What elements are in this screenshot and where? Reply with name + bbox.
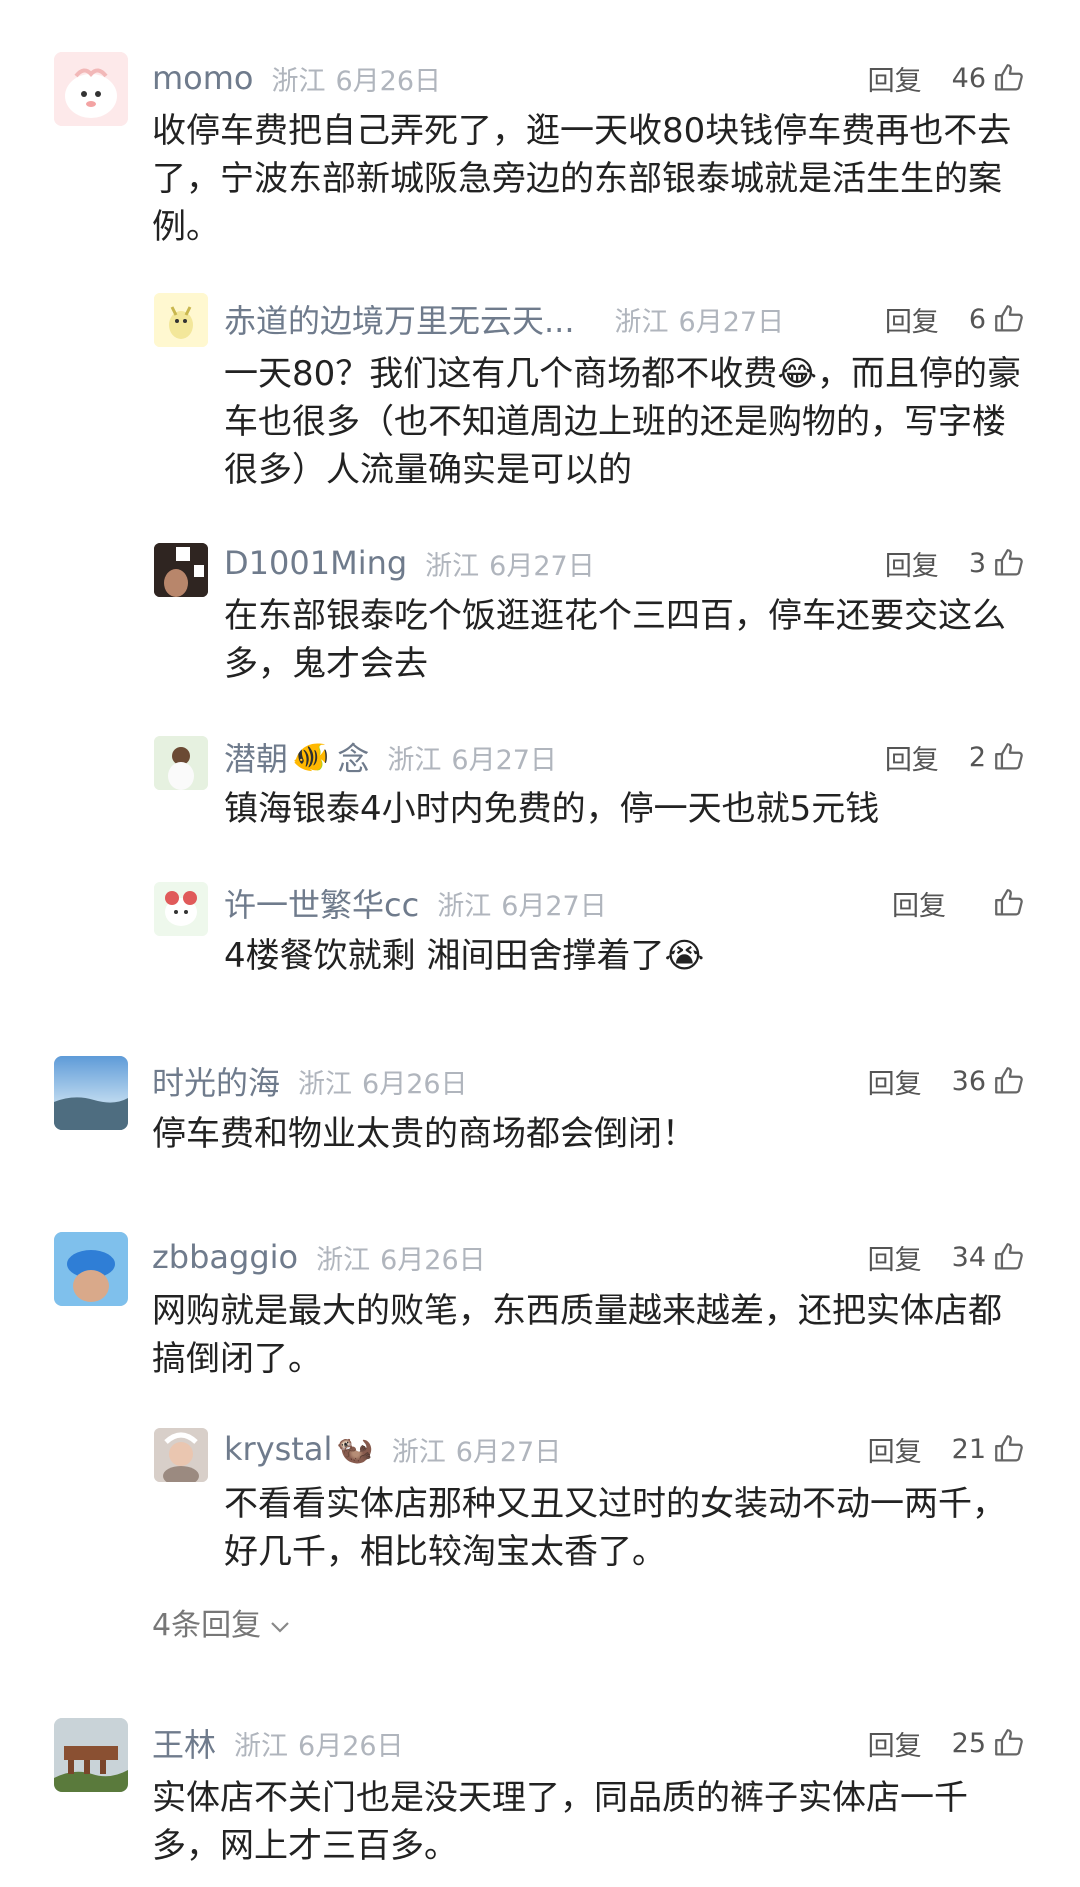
comment-location: 浙江 [316,1244,371,1276]
comment-text: 在东部银泰吃个饭逛逛花个三四百，停车还要交这么多，鬼才会去 [224,596,1006,684]
avatar[interactable] [54,1056,128,1130]
comment-location: 浙江 [391,1436,446,1468]
comment-text: 停车费和物业太贵的商场都会倒闭！ [152,1114,696,1154]
comment-location: 浙江 [437,890,492,922]
comment-text: 实体店不关门也是没天理了，同品质的裤子实体店一千多，网上才三百多。 [152,1778,968,1866]
reply-button[interactable]: 回复 [868,1430,922,1469]
comment-date: 6月26日 [380,1244,486,1276]
thumbs-up-icon[interactable] [992,546,1026,580]
commenter-name[interactable]: 王林 [152,1720,216,1766]
avatar[interactable] [154,543,208,597]
fish-emoji: 🐠 [292,739,330,775]
reply-button[interactable]: 回复 [885,738,939,777]
commenter-name[interactable]: 时光的海 [152,1058,280,1104]
thumbs-up-icon[interactable] [992,740,1026,774]
comment-location: 浙江 [271,65,326,97]
reply-button[interactable]: 回复 [885,300,939,339]
comment-location: 浙江 [614,306,669,338]
reply-button[interactable]: 回复 [868,59,922,98]
comment-date: 6月26日 [298,1730,404,1762]
commenter-name[interactable]: momo [152,59,254,97]
avatar[interactable] [54,1232,128,1306]
like-count: 2 [968,741,986,773]
reply-button[interactable]: 回复 [868,1062,922,1101]
commenter-name[interactable]: 赤道的边境万里无云天... [224,296,575,342]
thumbs-up-icon[interactable] [992,886,1026,920]
comment-feed: momo 浙江 6月26日 回复 46 收停车费把自己弄死了，逛一天收80块钱停… [0,0,1080,1887]
comment-text: 一天80？我们这有几个商场都不收费😂，而且停的豪车也很多（也不知道周边上班的还是… [224,354,1021,490]
comment-date: 6月27日 [501,890,607,922]
comment-location: 浙江 [298,1068,353,1100]
avatar[interactable] [154,293,208,347]
otter-emoji: 🦦 [336,1431,374,1467]
comment-location: 浙江 [387,744,442,776]
like-count: 21 [951,1433,986,1465]
comment-date: 6月27日 [489,550,595,582]
like-count: 46 [951,62,986,94]
avatar[interactable] [154,882,208,936]
thumbs-up-icon[interactable] [992,61,1026,95]
comment-location: 浙江 [234,1730,289,1762]
more-replies-button[interactable]: 4条回复 [152,1600,291,1644]
comment-text: 镇海银泰4小时内免费的，停一天也就5元钱 [224,789,880,829]
comment-date: 6月27日 [455,1436,562,1468]
avatar[interactable] [154,736,208,790]
comment-text: 4楼餐饮就剩 湘间田舍撑着了😭 [224,936,705,976]
commenter-name[interactable]: D1001Ming [224,544,407,582]
like-count: 3 [968,547,986,579]
like-count: 34 [951,1241,986,1273]
comment-date: 6月27日 [678,306,785,338]
commenter-name[interactable]: 潜朝 [224,734,288,780]
avatar[interactable] [154,1428,208,1482]
comment-text: 收停车费把自己弄死了，逛一天收80块钱停车费再也不去了，宁波东部新城阪急旁边的东… [152,111,1012,247]
comment-text: 不看看实体店那种又丑又过时的女装动不动一两千，好几千，相比较淘宝太香了。 [224,1484,1006,1572]
like-count: 6 [968,303,986,335]
comment-date: 6月27日 [451,744,557,776]
avatar[interactable] [54,1718,128,1792]
reply-button[interactable]: 回复 [892,884,946,923]
avatar[interactable] [54,52,128,126]
thumbs-up-icon[interactable] [992,302,1026,336]
commenter-name-suffix[interactable]: 念 [337,734,369,780]
comment-location: 浙江 [425,550,480,582]
comment-text: 网购就是最大的败笔，东西质量越来越差，还把实体店都搞倒闭了。 [152,1291,1002,1379]
reply-button[interactable]: 回复 [885,544,939,583]
more-replies-label: 4条回复 [152,1608,262,1643]
thumbs-up-icon[interactable] [992,1240,1026,1274]
thumbs-up-icon[interactable] [992,1432,1026,1466]
like-count: 25 [951,1727,986,1759]
commenter-name[interactable]: zbbaggio [152,1238,298,1276]
commenter-name[interactable]: 许一世繁华cc [224,880,419,926]
reply-button[interactable]: 回复 [868,1724,922,1763]
reply-button[interactable]: 回复 [868,1238,922,1277]
chevron-down-icon [271,1621,289,1633]
comment-date: 6月26日 [362,1068,468,1100]
comment-date: 6月26日 [335,65,442,97]
thumbs-up-icon[interactable] [992,1726,1026,1760]
commenter-name[interactable]: krystal [224,1430,332,1468]
like-count: 36 [951,1065,986,1097]
thumbs-up-icon[interactable] [992,1064,1026,1098]
